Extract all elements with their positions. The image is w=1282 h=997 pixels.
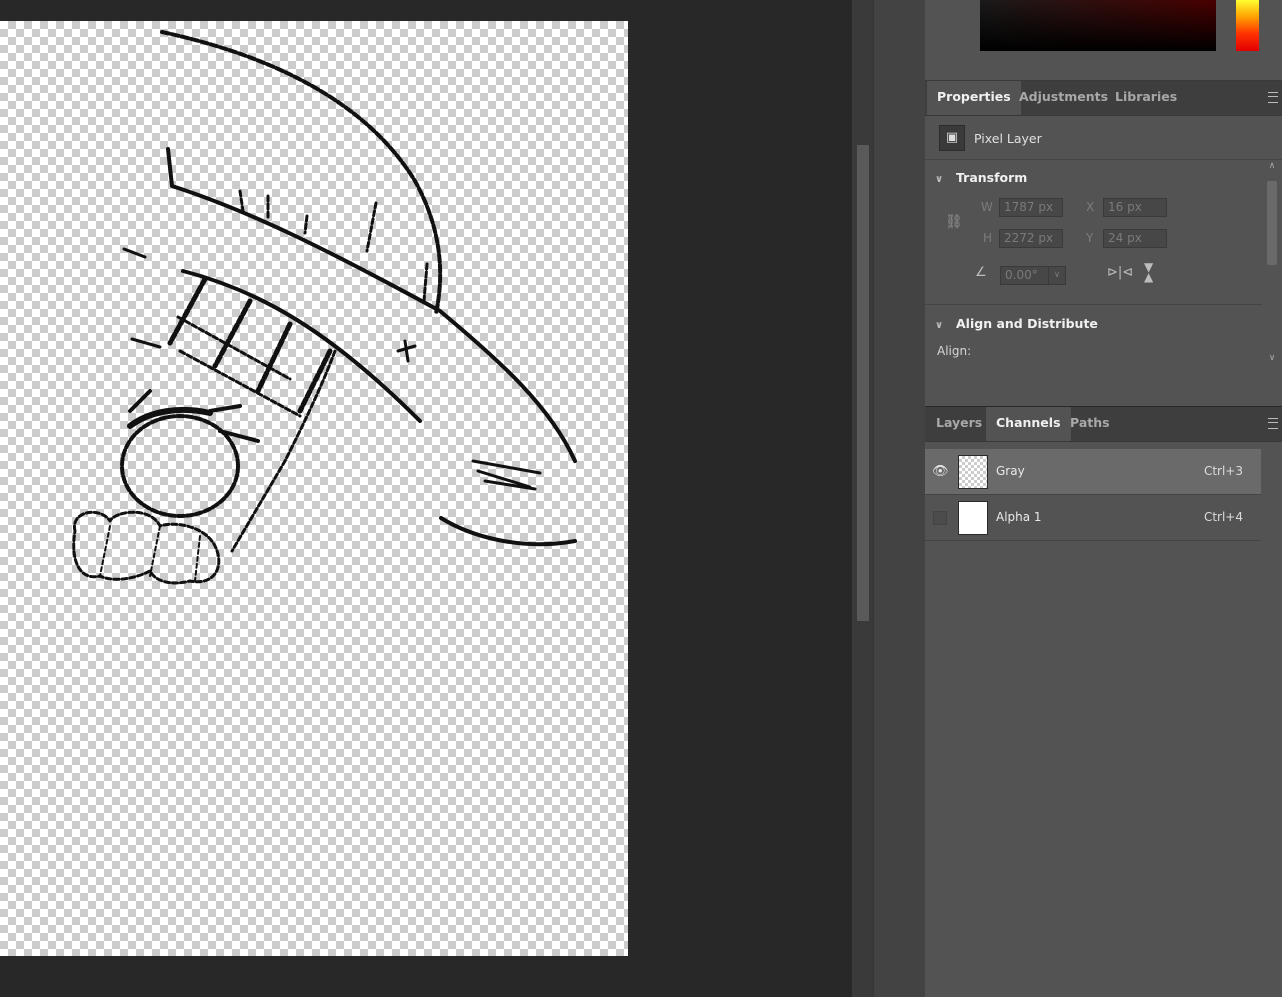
channel-name: Gray (996, 464, 1025, 478)
image-icon: ▣ (939, 125, 965, 151)
height-field[interactable]: 2272 px (999, 229, 1063, 248)
channels-panel: Layers Channels Paths 👁 Gray Ctrl+3 Alph… (925, 407, 1282, 997)
layer-type-label: Pixel Layer (974, 131, 1042, 146)
transform-section-header[interactable]: ∨ Transform (935, 170, 1027, 185)
properties-scrollbar[interactable]: ∧ ∨ (1266, 161, 1278, 376)
chevron-down-icon: ∨ (935, 174, 944, 185)
sketch-artwork (72, 30, 577, 585)
section-divider (925, 304, 1262, 305)
align-heading: Align and Distribute (956, 316, 1098, 331)
tab-properties[interactable]: Properties (927, 81, 1021, 115)
canvas-vertical-scrollbar[interactable] (851, 0, 874, 997)
tab-channels[interactable]: Channels (986, 407, 1071, 441)
scrollbar-thumb[interactable] (857, 145, 869, 621)
y-label: Y (1086, 231, 1094, 245)
width-label: W (981, 200, 993, 214)
hue-slider[interactable] (1236, 0, 1259, 51)
properties-scroll-thumb[interactable] (1267, 181, 1277, 265)
height-label: H (983, 231, 993, 245)
panel-menu-icon[interactable] (1268, 92, 1278, 103)
x-label: X (1086, 200, 1095, 214)
channel-thumbnail (958, 455, 988, 489)
flip-horizontal-icon[interactable]: ⊳|⊲ (1107, 265, 1133, 280)
transform-heading: Transform (956, 170, 1028, 185)
channels-tabbar: Layers Channels Paths (925, 407, 1282, 442)
tab-layers[interactable]: Layers (926, 407, 992, 441)
flip-vertical-icon[interactable]: ▼ ▲ (1144, 261, 1153, 283)
channel-shortcut: Ctrl+3 (1203, 464, 1243, 478)
angle-dropdown-icon[interactable]: ∨ (1048, 267, 1065, 284)
canvas-area[interactable] (0, 0, 851, 997)
document-canvas[interactable] (0, 21, 628, 956)
scroll-up-icon[interactable]: ∧ (1266, 161, 1278, 171)
channel-row-alpha-1[interactable]: Alpha 1 Ctrl+4 (925, 495, 1261, 541)
panel-dock-gutter (873, 0, 926, 997)
eye-icon[interactable]: 👁 (932, 464, 949, 480)
tab-adjustments[interactable]: Adjustments (1009, 81, 1118, 115)
chevron-down-icon: ∨ (935, 320, 944, 331)
angle-field[interactable]: 0.00° ∨ (1000, 266, 1066, 285)
properties-panel: Properties Adjustments Libraries ▣ Pixel… (925, 81, 1282, 406)
channel-thumbnail (958, 501, 988, 535)
scroll-down-icon[interactable]: ∨ (1266, 353, 1278, 363)
channel-shortcut: Ctrl+4 (1203, 510, 1243, 524)
channel-row-gray[interactable]: 👁 Gray Ctrl+3 (925, 449, 1261, 495)
angle-value: 0.00° (1005, 268, 1038, 282)
chain-link-icon[interactable]: ⛓ (945, 214, 963, 234)
x-field[interactable]: 16 px (1103, 198, 1167, 217)
tab-paths[interactable]: Paths (1060, 407, 1120, 441)
color-panel (925, 0, 1282, 81)
panel-menu-icon[interactable] (1268, 418, 1278, 429)
properties-tabbar: Properties Adjustments Libraries (925, 81, 1282, 116)
layer-type-row: ▣ Pixel Layer (925, 115, 1282, 160)
tab-libraries[interactable]: Libraries (1105, 81, 1187, 115)
y-field[interactable]: 24 px (1103, 229, 1167, 248)
color-picker-field[interactable] (980, 0, 1216, 51)
align-section-header[interactable]: ∨ Align and Distribute (935, 316, 1098, 331)
angle-icon: ∠ (975, 265, 987, 280)
channel-name: Alpha 1 (996, 510, 1042, 524)
width-field[interactable]: 1787 px (999, 198, 1063, 217)
visibility-toggle[interactable] (933, 511, 947, 525)
align-label: Align: (937, 344, 972, 358)
